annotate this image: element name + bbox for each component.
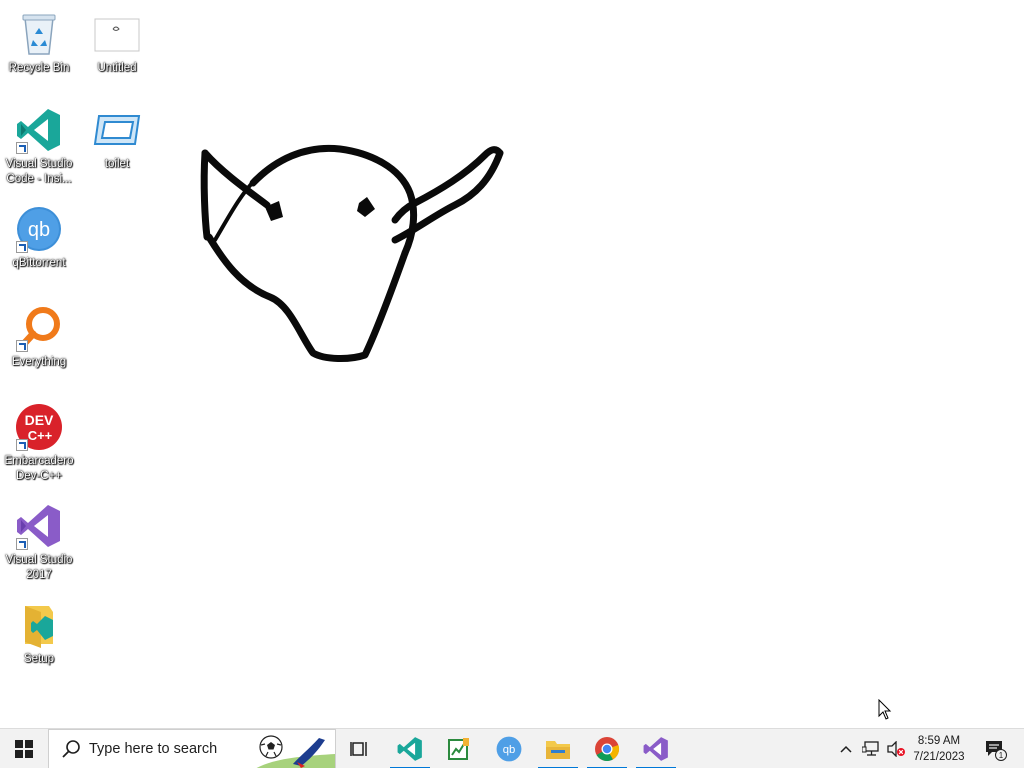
taskbar-qbittorrent-button[interactable]: qb	[486, 729, 532, 768]
visual-studio-icon	[643, 737, 668, 761]
search-box[interactable]: Type here to search	[48, 729, 336, 768]
desktop-icon-qbittorrent[interactable]: qb qBittorrent	[1, 205, 77, 271]
show-hidden-icons-button[interactable]	[836, 729, 856, 768]
volume-muted-icon	[887, 741, 905, 757]
folder-icon	[546, 741, 570, 759]
taskbar: Type here to search qb 8:59 AM 7/21/2023…	[0, 728, 1024, 768]
search-icon	[62, 740, 80, 758]
devcpp-icon: DEV C++	[15, 403, 63, 451]
desktop-icon-label: Everything	[11, 356, 67, 368]
qbittorrent-icon: qb	[496, 736, 522, 762]
task-view-icon	[350, 742, 367, 756]
shortcut-arrow-icon	[16, 340, 28, 352]
desktop-icon-label: Setup	[23, 653, 55, 665]
search-placeholder: Type here to search	[89, 741, 218, 757]
qbittorrent-icon: qb	[15, 205, 63, 253]
notification-icon: 1	[986, 741, 1007, 761]
taskbar-file-explorer-button[interactable]	[535, 729, 581, 768]
action-center-button[interactable]: 1	[978, 729, 1012, 768]
start-button[interactable]	[0, 729, 48, 768]
desktop-icon-label: qBittorrent	[12, 257, 66, 269]
taskbar-editor-button[interactable]	[436, 729, 482, 768]
notification-count: 1	[999, 751, 1004, 760]
desktop-icon-visual-studio-2017[interactable]: Visual Studio 2017	[1, 502, 77, 583]
magnifier-orange-icon	[15, 304, 63, 352]
shortcut-arrow-icon	[16, 241, 28, 253]
network-tray-button[interactable]	[859, 729, 883, 768]
taskbar-visual-studio-button[interactable]	[633, 729, 679, 768]
desktop-icon-vscode-insiders[interactable]: Visual Studio Code - Insi...	[1, 106, 77, 187]
right-eye	[357, 197, 375, 217]
desktop-icon-label: Embarcadero Dev-C++	[4, 455, 74, 482]
clock-time: 8:59 AM	[917, 735, 961, 747]
chart-editor-icon	[448, 738, 469, 760]
desktop-icon-recycle-bin[interactable]: Recycle Bin	[1, 10, 77, 76]
devcpp-badge-bottom: C++	[28, 428, 53, 443]
search-highlight-soccer-icon	[253, 730, 335, 768]
taskbar-clock[interactable]: 8:59 AM 7/21/2023	[906, 729, 972, 768]
vscode-insiders-icon	[15, 106, 63, 154]
taskbar-task-view-button[interactable]	[337, 729, 383, 768]
devcpp-badge-top: DEV	[25, 412, 54, 428]
qbittorrent-badge-text: qb	[28, 219, 50, 241]
qbittorrent-taskbar-badge: qb	[503, 744, 516, 756]
network-icon	[862, 741, 879, 756]
window-image-icon	[93, 106, 141, 154]
desktop-icon-untitled[interactable]: Untitled	[79, 10, 155, 76]
mouse-cursor-icon	[878, 699, 892, 720]
desktop-icon-label: Untitled	[97, 62, 137, 74]
freehand-drawing	[200, 144, 504, 362]
vscode-insiders-icon	[397, 737, 422, 761]
document-thumbnail-icon	[93, 10, 141, 58]
desktop-icon-setup[interactable]: Setup	[1, 601, 77, 667]
chrome-icon	[595, 737, 620, 762]
chevron-up-icon	[840, 745, 852, 753]
desktop-icon-everything[interactable]: Everything	[1, 304, 77, 370]
desktop-icon-label: toilet	[104, 158, 130, 170]
clock-date: 7/21/2023	[913, 751, 965, 763]
desktop-icon-label: Recycle Bin	[8, 62, 70, 74]
recycle-bin-icon	[15, 10, 63, 58]
taskbar-chrome-button[interactable]	[584, 729, 630, 768]
volume-tray-button[interactable]	[884, 729, 908, 768]
visual-studio-icon	[15, 502, 63, 550]
taskbar-vscode-insiders-button[interactable]	[387, 729, 433, 768]
desktop-icon-label: Visual Studio 2017	[5, 554, 73, 581]
shortcut-arrow-icon	[16, 538, 28, 550]
windows-logo-icon	[15, 740, 33, 758]
shortcut-arrow-icon	[16, 439, 28, 451]
shortcut-arrow-icon	[16, 142, 28, 154]
desktop-icon-label: Visual Studio Code - Insi...	[5, 158, 73, 185]
desktop-icon-toilet[interactable]: toilet	[79, 106, 155, 172]
setup-folder-icon	[15, 601, 63, 649]
desktop-icon-devcpp[interactable]: DEV C++ Embarcadero Dev-C++	[1, 403, 77, 484]
